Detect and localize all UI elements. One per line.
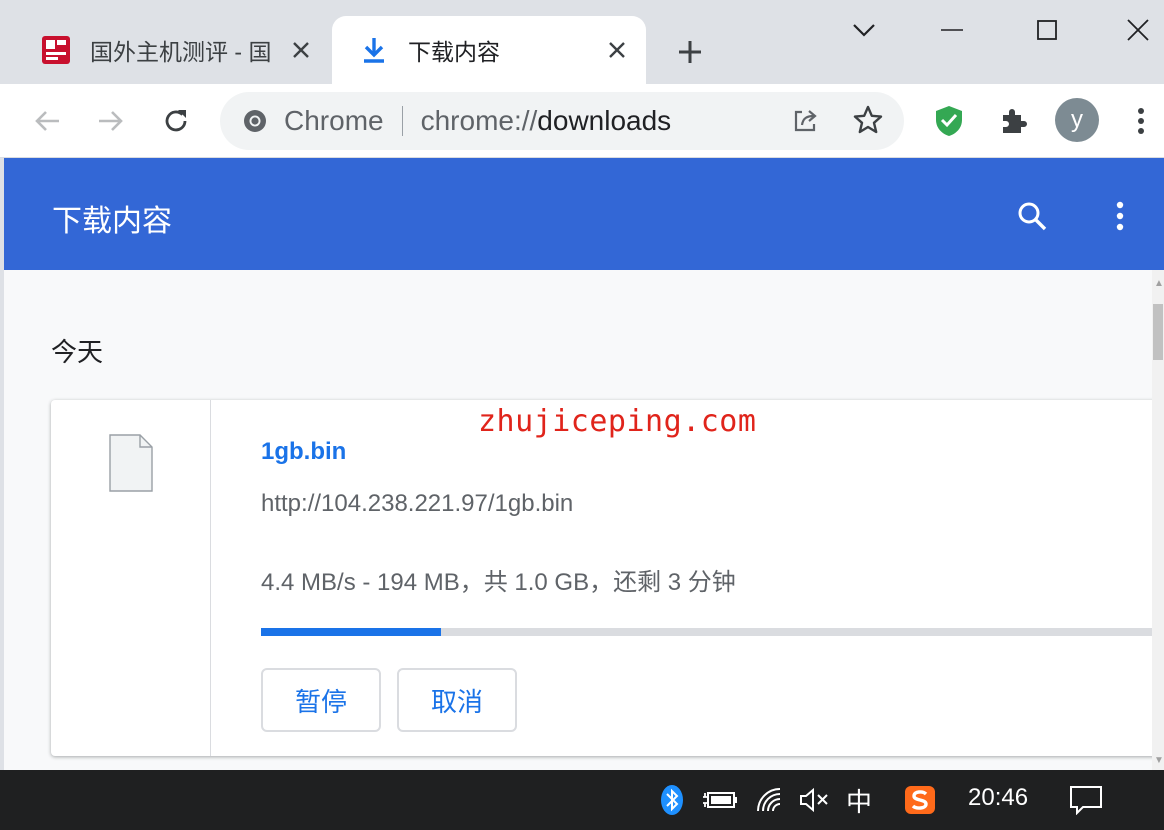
url-scheme: chrome://	[420, 105, 538, 136]
tab-downloads[interactable]: 下载内容	[332, 16, 646, 84]
scroll-up-arrow-icon[interactable]: ▲	[1154, 278, 1164, 289]
more-options-icon[interactable]	[1098, 194, 1142, 238]
tab-search-chevron-icon[interactable]	[842, 8, 886, 52]
file-icon	[109, 434, 153, 492]
download-status: 4.4 MB/s - 194 MB，共 1.0 GB，还剩 3 分钟	[261, 569, 736, 596]
bluetooth-icon[interactable]	[658, 780, 686, 820]
close-tab-icon[interactable]	[602, 35, 632, 65]
page-scrollbar[interactable]: ▲ ▼	[1152, 270, 1164, 770]
file-name-link[interactable]: 1gb.bin	[261, 438, 346, 466]
download-icon	[358, 34, 390, 66]
close-tab-icon[interactable]	[286, 35, 316, 65]
shield-extension-icon[interactable]	[926, 98, 972, 144]
bookmark-star-icon[interactable]	[852, 104, 884, 136]
battery-charging-icon[interactable]	[700, 780, 740, 820]
tab-zhujiceping[interactable]: 国外主机测评 - 国	[30, 16, 330, 84]
url-host: downloads	[537, 105, 672, 136]
new-tab-button[interactable]	[670, 32, 710, 72]
watermark-text: zhujiceping.com	[478, 404, 757, 439]
wifi-icon[interactable]	[754, 780, 788, 820]
forward-arrow-icon[interactable]	[88, 98, 134, 144]
scroll-down-arrow-icon[interactable]: ▼	[1154, 755, 1164, 766]
address-bar[interactable]: Chrome chrome://downloads	[220, 92, 904, 150]
download-progress-fill	[261, 628, 441, 636]
file-source-url[interactable]: http://104.238.221.97/1gb.bin	[261, 490, 573, 518]
tab-title: 国外主机测评 - 国	[90, 39, 272, 65]
taskbar-clock[interactable]: 20:46	[968, 784, 1028, 812]
browser-toolbar: Chrome chrome://downloads y	[0, 84, 1164, 158]
profile-avatar[interactable]: y	[1055, 98, 1099, 142]
extensions-puzzle-icon[interactable]	[990, 98, 1036, 144]
downloads-list: 今天 1gb.bin http://104.238.221.97/1gb.bin…	[4, 270, 1152, 770]
action-center-icon[interactable]	[1066, 780, 1106, 820]
scroll-thumb[interactable]	[1153, 304, 1163, 360]
back-arrow-icon[interactable]	[24, 98, 70, 144]
site-logo-icon	[40, 34, 72, 66]
download-progress-bar	[261, 628, 1152, 636]
ime-indicator[interactable]: 中	[846, 782, 872, 819]
date-section-title: 今天	[51, 337, 104, 367]
maximize-icon[interactable]	[1025, 8, 1069, 52]
volume-muted-icon[interactable]	[798, 780, 832, 820]
file-icon-column	[51, 400, 211, 756]
page-title: 下载内容	[52, 205, 172, 238]
reload-icon[interactable]	[153, 98, 199, 144]
sogou-ime-icon[interactable]	[902, 780, 938, 820]
windows-taskbar: 中 20:46	[0, 770, 1164, 830]
address-separator	[401, 106, 403, 136]
share-icon[interactable]	[790, 106, 820, 136]
minimize-icon[interactable]	[930, 8, 974, 52]
download-item-card: 1gb.bin http://104.238.221.97/1gb.bin 4.…	[51, 400, 1152, 756]
close-window-icon[interactable]	[1116, 8, 1160, 52]
browser-menu-icon[interactable]	[1118, 98, 1164, 144]
search-icon[interactable]	[1010, 194, 1054, 238]
chrome-chip-label: Chrome	[284, 105, 384, 136]
pause-button[interactable]: 暂停	[261, 668, 381, 732]
downloads-header: 下载内容	[4, 158, 1164, 270]
url-text: chrome://downloads	[421, 105, 672, 137]
tab-title: 下载内容	[408, 39, 500, 65]
chrome-logo-icon	[244, 110, 266, 132]
tab-strip: 国外主机测评 - 国 下载内容	[0, 0, 1164, 84]
cancel-button[interactable]: 取消	[397, 668, 517, 732]
